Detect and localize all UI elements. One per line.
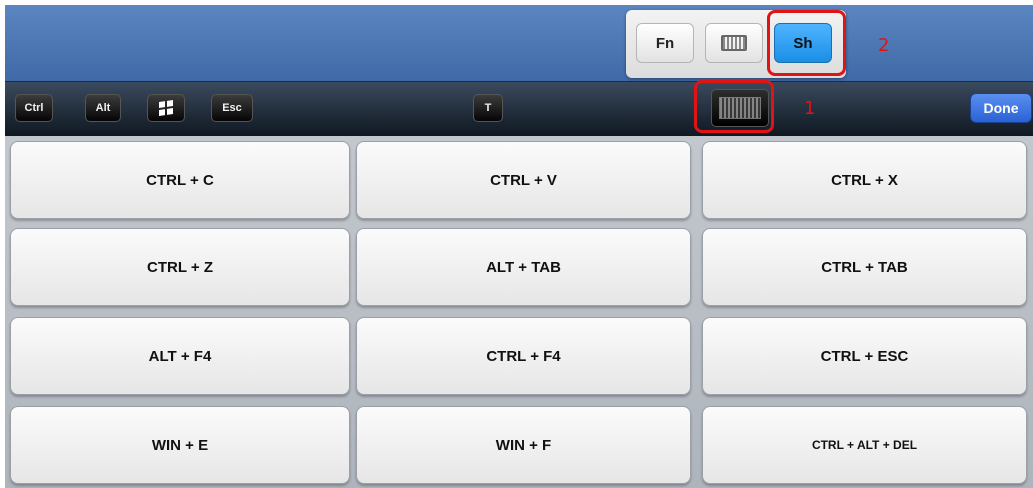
t-key[interactable]: T	[473, 94, 503, 122]
keyboard-icon	[721, 35, 747, 51]
ctrl-key[interactable]: Ctrl	[15, 94, 53, 122]
alt-key-label: Alt	[95, 102, 111, 114]
shortcut-label: CTRL + F4	[486, 347, 561, 365]
done-label: Done	[983, 100, 1019, 116]
shortcut-button[interactable]: ALT + F4	[10, 317, 350, 395]
shortcut-button[interactable]: CTRL + ESC	[702, 317, 1027, 395]
callout-box-2	[767, 10, 846, 76]
shortcut-button[interactable]: WIN + F	[356, 406, 691, 484]
t-key-label: T	[484, 102, 492, 114]
shortcut-button[interactable]: CTRL + X	[702, 141, 1027, 219]
windows-key[interactable]	[147, 94, 185, 122]
shortcut-label: CTRL + TAB	[821, 258, 908, 276]
callout-number-2: 2	[878, 35, 890, 56]
shortcut-label: CTRL + Z	[147, 258, 213, 276]
remote-keyboard-screen: Fn Sh Ctrl Alt Esc T Done CTRL + C CTRL …	[0, 0, 1033, 488]
shortcut-label: CTRL + X	[831, 171, 898, 189]
shortcut-button[interactable]: CTRL + F4	[356, 317, 691, 395]
modifier-toolbar: Ctrl Alt Esc T Done	[5, 82, 1033, 136]
esc-key[interactable]: Esc	[211, 94, 253, 122]
shortcut-button[interactable]: CTRL + TAB	[702, 228, 1027, 306]
shortcut-label: WIN + F	[495, 436, 552, 454]
shortcut-label: CTRL + V	[490, 171, 557, 189]
shortcut-label: CTRL + ALT + DEL	[811, 438, 918, 452]
fn-mode-button[interactable]: Fn	[636, 23, 694, 63]
shortcut-button[interactable]: CTRL + ALT + DEL	[702, 406, 1027, 484]
shortcut-grid: CTRL + C CTRL + V CTRL + X CTRL + Z ALT …	[5, 136, 1033, 488]
callout-number-1: 1	[804, 98, 816, 119]
esc-key-label: Esc	[222, 102, 242, 114]
shortcut-button[interactable]: CTRL + C	[10, 141, 350, 219]
ctrl-key-label: Ctrl	[24, 102, 44, 114]
shortcut-label: WIN + E	[151, 436, 209, 454]
alt-key[interactable]: Alt	[85, 94, 121, 122]
shortcut-button[interactable]: CTRL + V	[356, 141, 691, 219]
windows-logo-icon	[159, 100, 173, 116]
shortcut-label: CTRL + ESC	[820, 347, 909, 365]
keyboard-mode-button[interactable]	[705, 23, 763, 63]
shortcut-label: ALT + F4	[148, 347, 212, 365]
callout-box-1	[694, 80, 774, 133]
done-button[interactable]: Done	[970, 93, 1032, 123]
shortcut-button[interactable]: CTRL + Z	[10, 228, 350, 306]
shortcut-button[interactable]: WIN + E	[10, 406, 350, 484]
shortcut-label: CTRL + C	[146, 171, 214, 189]
shortcut-button[interactable]: ALT + TAB	[356, 228, 691, 306]
shortcut-label: ALT + TAB	[486, 258, 561, 276]
fn-mode-label: Fn	[655, 34, 675, 52]
